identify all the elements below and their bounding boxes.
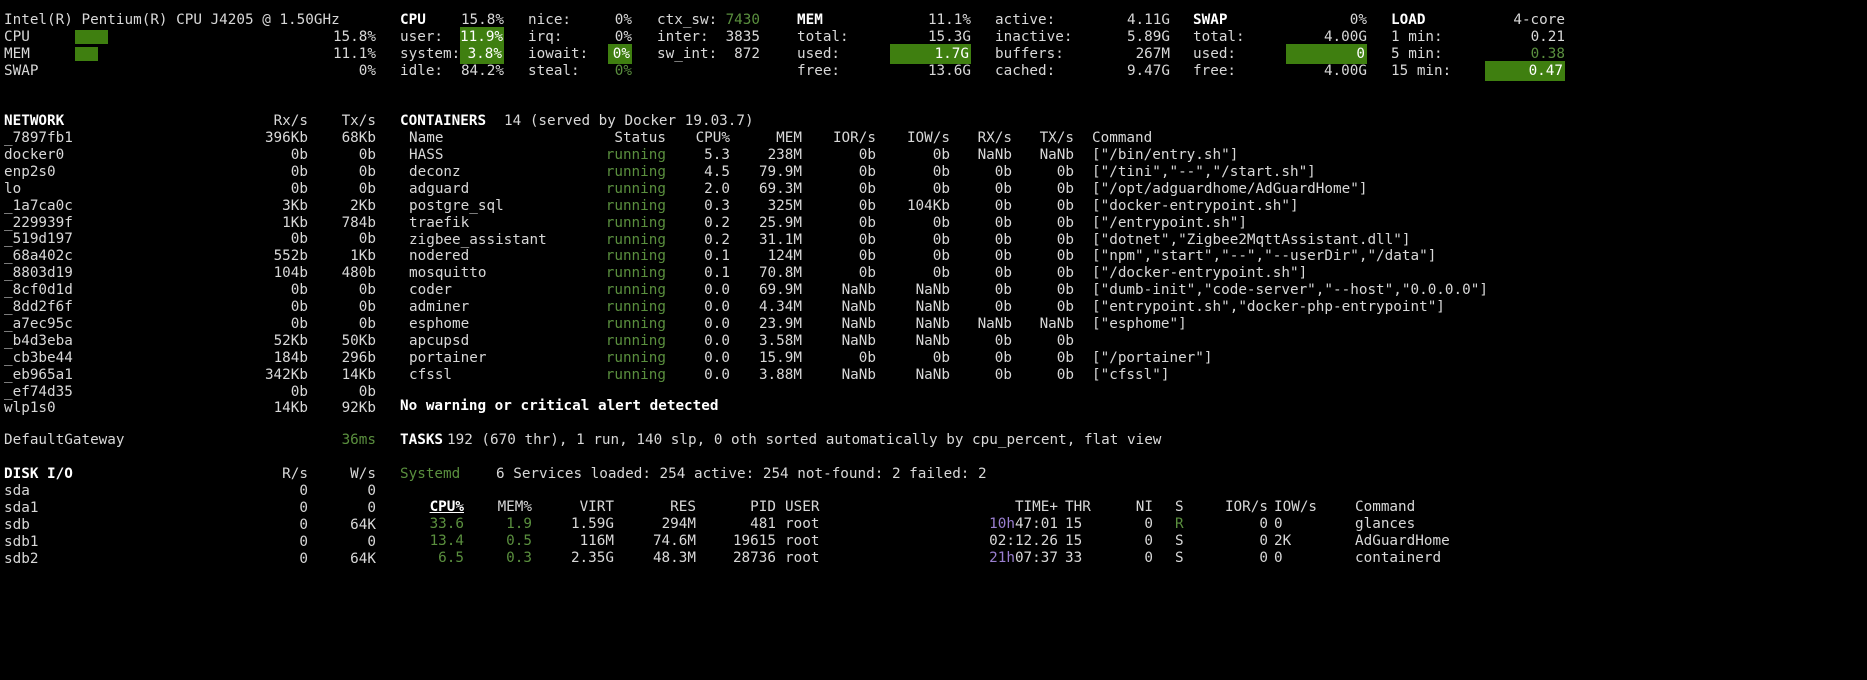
tasks-summary: 192 (670 thr), 1 run, 140 slp, 0 oth sor… [447, 432, 1162, 448]
load-15min-value: 0.47 [1528, 63, 1563, 79]
quicklook-swap-value: 0% [358, 63, 376, 79]
load-15min-label: 15 min: [1391, 63, 1452, 79]
container-tx: 0b [1056, 366, 1074, 383]
container-iow: NaNb [915, 366, 950, 383]
process-iow: 0 [1274, 549, 1283, 566]
process-nice: 0 [1144, 549, 1153, 566]
swap-free-value: 4.00G [1323, 63, 1367, 79]
mem-free-label: free: [797, 63, 841, 79]
process-res: 48.3M [652, 549, 696, 566]
process-virt: 2.35G [570, 549, 614, 566]
load-15min-highlight: 0.47 [1485, 61, 1565, 81]
container-mem: 3.88M [758, 366, 802, 383]
container-command: ["cfssl"] [1092, 366, 1170, 383]
process-state: S [1175, 549, 1184, 566]
swap-free-label: free: [1193, 63, 1237, 79]
cpu-steal-label: steal: [528, 63, 580, 79]
process-time-hours: 10h [989, 516, 1015, 532]
process-mem: 0.3 [506, 549, 532, 566]
container-name: cfssl [409, 366, 453, 383]
cpu-model-name: Intel(R) Pentium(R) CPU J4205 @ 1.50GHz [4, 12, 340, 28]
cpu-steal-value: 0% [614, 63, 632, 79]
alert-status: No warning or critical alert detected [400, 398, 719, 414]
container-ior: NaNb [841, 366, 876, 383]
quicklook-cpu-bar [75, 30, 108, 44]
systemd-label: Systemd [400, 466, 461, 482]
container-rx: 0b [994, 366, 1012, 383]
mem-cached-value: 9.47G [1126, 63, 1170, 79]
process-command: containerd [1355, 549, 1442, 566]
process-pid: 28736 [732, 549, 776, 566]
process-time-minutes: 07:37 [1014, 549, 1058, 566]
disk-name: sdb2 [4, 550, 39, 567]
disk-write-value: 64K [350, 550, 376, 567]
network-tx-value: 92Kb [341, 400, 376, 417]
gateway-value: 36ms [341, 432, 376, 448]
network-rx-value: 14Kb [273, 400, 308, 417]
cpu-idle-label: idle: [400, 63, 444, 79]
process-ior: 0 [1259, 549, 1268, 566]
process-threads: 33 [1065, 549, 1083, 566]
cpu-idle-value: 84.2% [460, 63, 504, 79]
process-time-minutes: 02:12.26 [989, 532, 1058, 549]
process-user: root [785, 549, 820, 566]
quicklook-swap-label: SWAP [4, 63, 39, 79]
container-command: ["esphome"] [1092, 316, 1187, 332]
quicklook-mem-bar [75, 47, 98, 61]
mem-cached-label: cached: [995, 63, 1056, 79]
tasks-title: TASKS [400, 432, 444, 448]
container-cpu: 0.0 [704, 366, 730, 383]
systemd-summary: 6 Services loaded: 254 active: 254 not-f… [496, 466, 987, 482]
process-cpu: 6.5 [438, 549, 464, 566]
container-status: running [605, 366, 666, 383]
process-time: 21h07:37 [940, 548, 1058, 568]
process-time-hours: 21h [989, 549, 1015, 566]
network-interface-name: wlp1s0 [4, 400, 56, 417]
process-time-minutes: 47:01 [1014, 516, 1058, 532]
gateway-label: DefaultGateway [4, 432, 125, 448]
disk-read-value: 0 [299, 550, 308, 567]
mem-free-value: 13.6G [927, 63, 971, 79]
cpu-swint-value: 872 [734, 46, 760, 62]
